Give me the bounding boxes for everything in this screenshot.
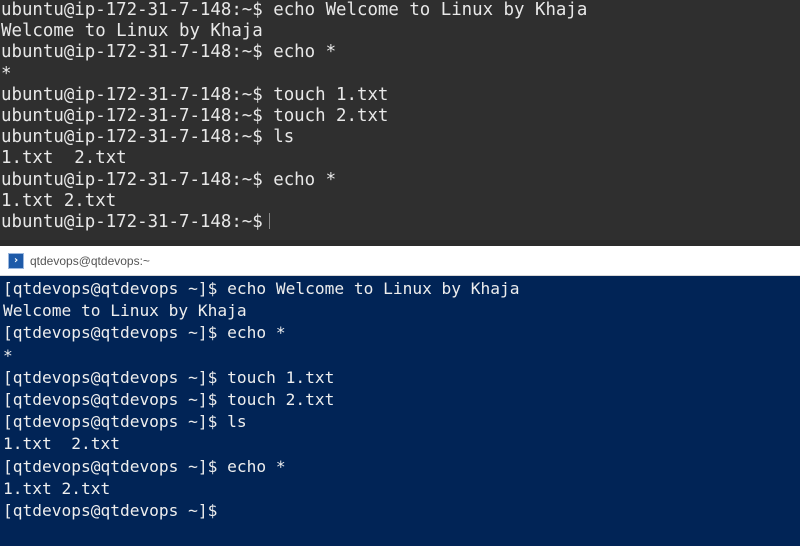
console-line: [qtdevops@qtdevops ~]$ touch 2.txt [3,389,335,409]
terminal-line: 1.txt 2.txt [1,190,117,211]
window-titlebar[interactable]: › qtdevops@qtdevops:~ [0,246,800,276]
powershell-icon: › [8,252,24,269]
console-line: [qtdevops@qtdevops ~]$ echo * [3,456,286,476]
console-line: 1.txt 2.txt [3,434,120,454]
terminal-line: ubuntu@ip-172-31-7-148:~$ touch 1.txt [1,84,389,105]
console-line: [qtdevops@qtdevops ~]$ echo * [3,323,286,343]
text-cursor [268,212,270,229]
terminal-line: ubuntu@ip-172-31-7-148:~$ ls [1,127,295,148]
terminal-line: Welcome to Linux by Khaja [1,21,263,42]
console-line: * [3,345,13,365]
powershell-console[interactable]: [qtdevops@qtdevops ~]$ echo Welcome to L… [0,276,800,522]
console-line: [qtdevops@qtdevops ~]$ touch 1.txt [3,367,335,387]
powershell-window[interactable]: › qtdevops@qtdevops:~ [qtdevops@qtdevops… [0,246,800,546]
terminal-line: ubuntu@ip-172-31-7-148:~$ echo * [1,42,337,63]
terminal-prompt: ubuntu@ip-172-31-7-148:~$ [1,211,263,232]
console-line: Welcome to Linux by Khaja [3,301,247,321]
terminal-line: 1.txt 2.txt [1,148,127,169]
terminal-prompt-line[interactable]: ubuntu@ip-172-31-7-148:~$ [0,212,800,233]
terminal-line: ubuntu@ip-172-31-7-148:~$ echo Welcome t… [1,0,588,20]
ubuntu-terminal[interactable]: ubuntu@ip-172-31-7-148:~$ echo Welcome t… [0,0,800,240]
terminal-line: ubuntu@ip-172-31-7-148:~$ echo * [1,169,337,190]
window-title: qtdevops@qtdevops:~ [30,253,150,268]
terminal-line: * [1,63,12,84]
console-line: [qtdevops@qtdevops ~]$ echo Welcome to L… [3,279,520,298]
terminal-line: ubuntu@ip-172-31-7-148:~$ touch 2.txt [1,105,389,126]
console-prompt-line[interactable]: [qtdevops@qtdevops ~]$ [0,500,800,522]
console-line: 1.txt 2.txt [3,478,111,498]
console-line: [qtdevops@qtdevops ~]$ ls [3,412,247,432]
